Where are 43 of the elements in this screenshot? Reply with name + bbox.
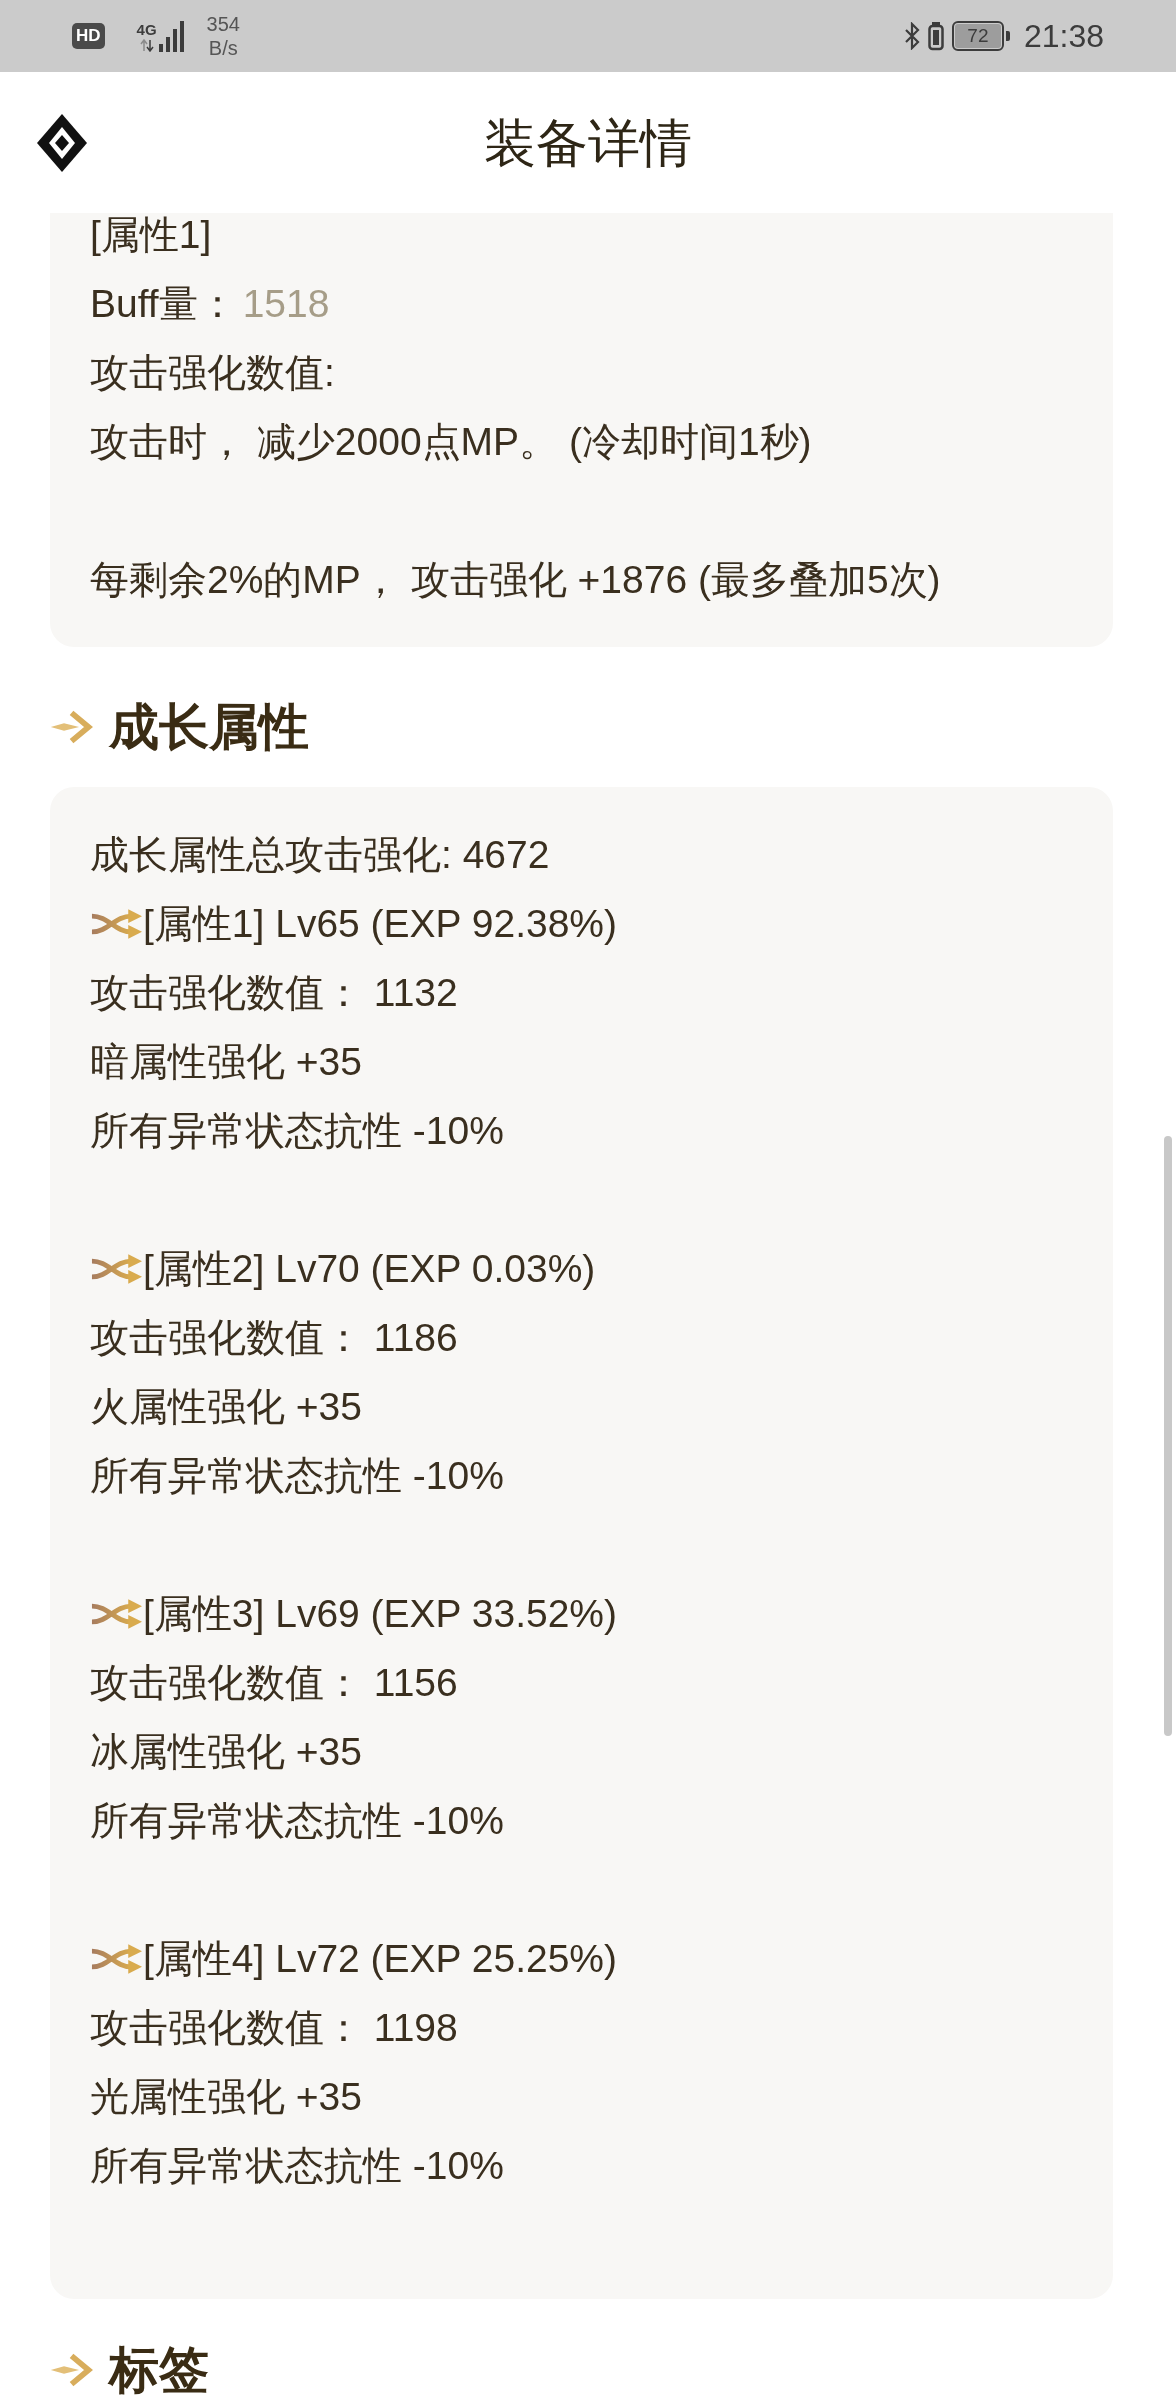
network-speed: 354 <box>206 12 240 36</box>
description-text: 每剩余2%的MP， 攻击强化 +1876 (最多叠加5次) <box>90 558 942 602</box>
shuffle-icon <box>90 1598 143 1630</box>
chevron-arrow-icon <box>50 710 95 744</box>
attribute-level-title: [属性1] Lv65 (EXP 92.38%) <box>143 902 618 946</box>
attribute-stat-text: 光属性强化 +35 <box>90 2075 363 2119</box>
description-text: 攻击时， 减少2000点MP。 (冷却时间1秒) <box>90 420 813 464</box>
section-heading: 标签 <box>109 2345 209 2395</box>
attribute-stat-text: 攻击强化数值： 1198 <box>90 2006 459 2050</box>
total-attack-text: 成长属性总攻击强化: 4672 <box>90 833 551 877</box>
attribute-level-title: [属性3] Lv69 (EXP 33.52%) <box>143 1592 618 1636</box>
attribute-stat-text: 暗属性强化 +35 <box>90 1040 363 1084</box>
attribute-stat-text: 所有异常状态抗性 -10% <box>90 1454 505 1498</box>
shuffle-icon <box>90 1943 143 1975</box>
shuffle-icon <box>90 1253 143 1285</box>
attribute-stat-text: 所有异常状态抗性 -10% <box>90 1109 505 1153</box>
chevron-arrow-icon <box>50 2353 95 2387</box>
buff-label: Buff量： <box>90 282 237 326</box>
shuffle-icon <box>90 908 143 940</box>
attribute-stat-text: 攻击强化数值： 1132 <box>90 971 459 1015</box>
speed-unit: B/s <box>208 36 238 60</box>
attribute-title: [属性1] <box>90 213 213 257</box>
section-heading: 成长属性 <box>109 701 309 753</box>
attribute-stat-text: 冰属性强化 +35 <box>90 1730 363 1774</box>
attribute-level-title: [属性2] Lv70 (EXP 0.03%) <box>143 1247 596 1291</box>
hd-indicator: HD <box>72 23 105 49</box>
attribute-stat-text: 攻击强化数值： 1186 <box>90 1316 459 1360</box>
battery-indicator: 72 <box>951 21 1010 51</box>
attribute-stat-text: 所有异常状态抗性 -10% <box>90 1799 505 1843</box>
signal-icon <box>158 20 185 52</box>
data-arrows-icon <box>139 39 154 52</box>
bluetooth-icon <box>903 22 920 50</box>
attribute-stat-text: 火属性强化 +35 <box>90 1385 363 1429</box>
page-title: 装备详情 <box>484 112 692 173</box>
attribute-level-title: [属性4] Lv72 (EXP 25.25%) <box>143 1937 618 1981</box>
attribute-stat-text: 攻击强化数值： 1156 <box>90 1661 459 1705</box>
attribute-stat-text: 所有异常状态抗性 -10% <box>90 2144 505 2188</box>
network-type: 4G <box>136 22 157 37</box>
description-label: 攻击强化数值: <box>90 351 336 395</box>
diamond-logo-icon <box>37 113 87 172</box>
buff-value: 1518 <box>242 282 330 326</box>
device-battery-icon <box>927 21 944 51</box>
clock-time: 21:38 <box>1023 17 1104 55</box>
